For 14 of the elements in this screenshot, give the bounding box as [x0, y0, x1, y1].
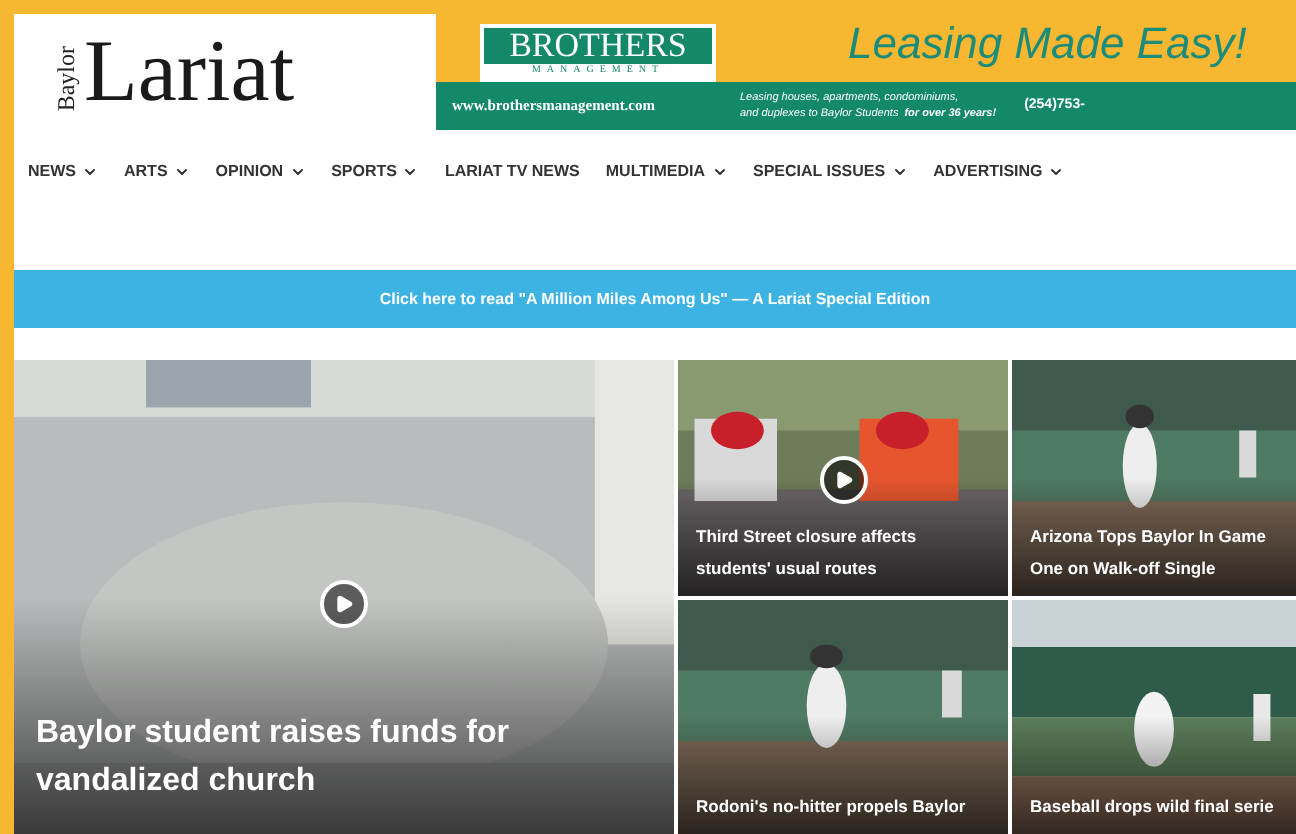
logo-subtitle: Baylor: [54, 45, 80, 111]
play-icon[interactable]: [320, 580, 368, 628]
nav-item[interactable]: LARIAT TV NEWS: [444, 160, 580, 184]
logo[interactable]: Lariat: [84, 24, 295, 120]
nav-item[interactable]: SPECIAL ISSUES: [753, 160, 908, 184]
nav-item[interactable]: NEWS: [28, 160, 98, 184]
nav-item[interactable]: SPORTS: [331, 160, 419, 184]
ad-slogan: Leasing Made Easy!: [848, 16, 1247, 72]
nav-item[interactable]: MULTIMEDIA: [605, 160, 727, 184]
nav-item[interactable]: OPINION: [215, 160, 306, 184]
nav-item[interactable]: ARTS: [124, 160, 190, 184]
nav-item[interactable]: ADVERTISING: [933, 160, 1065, 184]
play-icon[interactable]: [819, 456, 867, 504]
ad-brand: BROTHERS: [509, 28, 687, 64]
